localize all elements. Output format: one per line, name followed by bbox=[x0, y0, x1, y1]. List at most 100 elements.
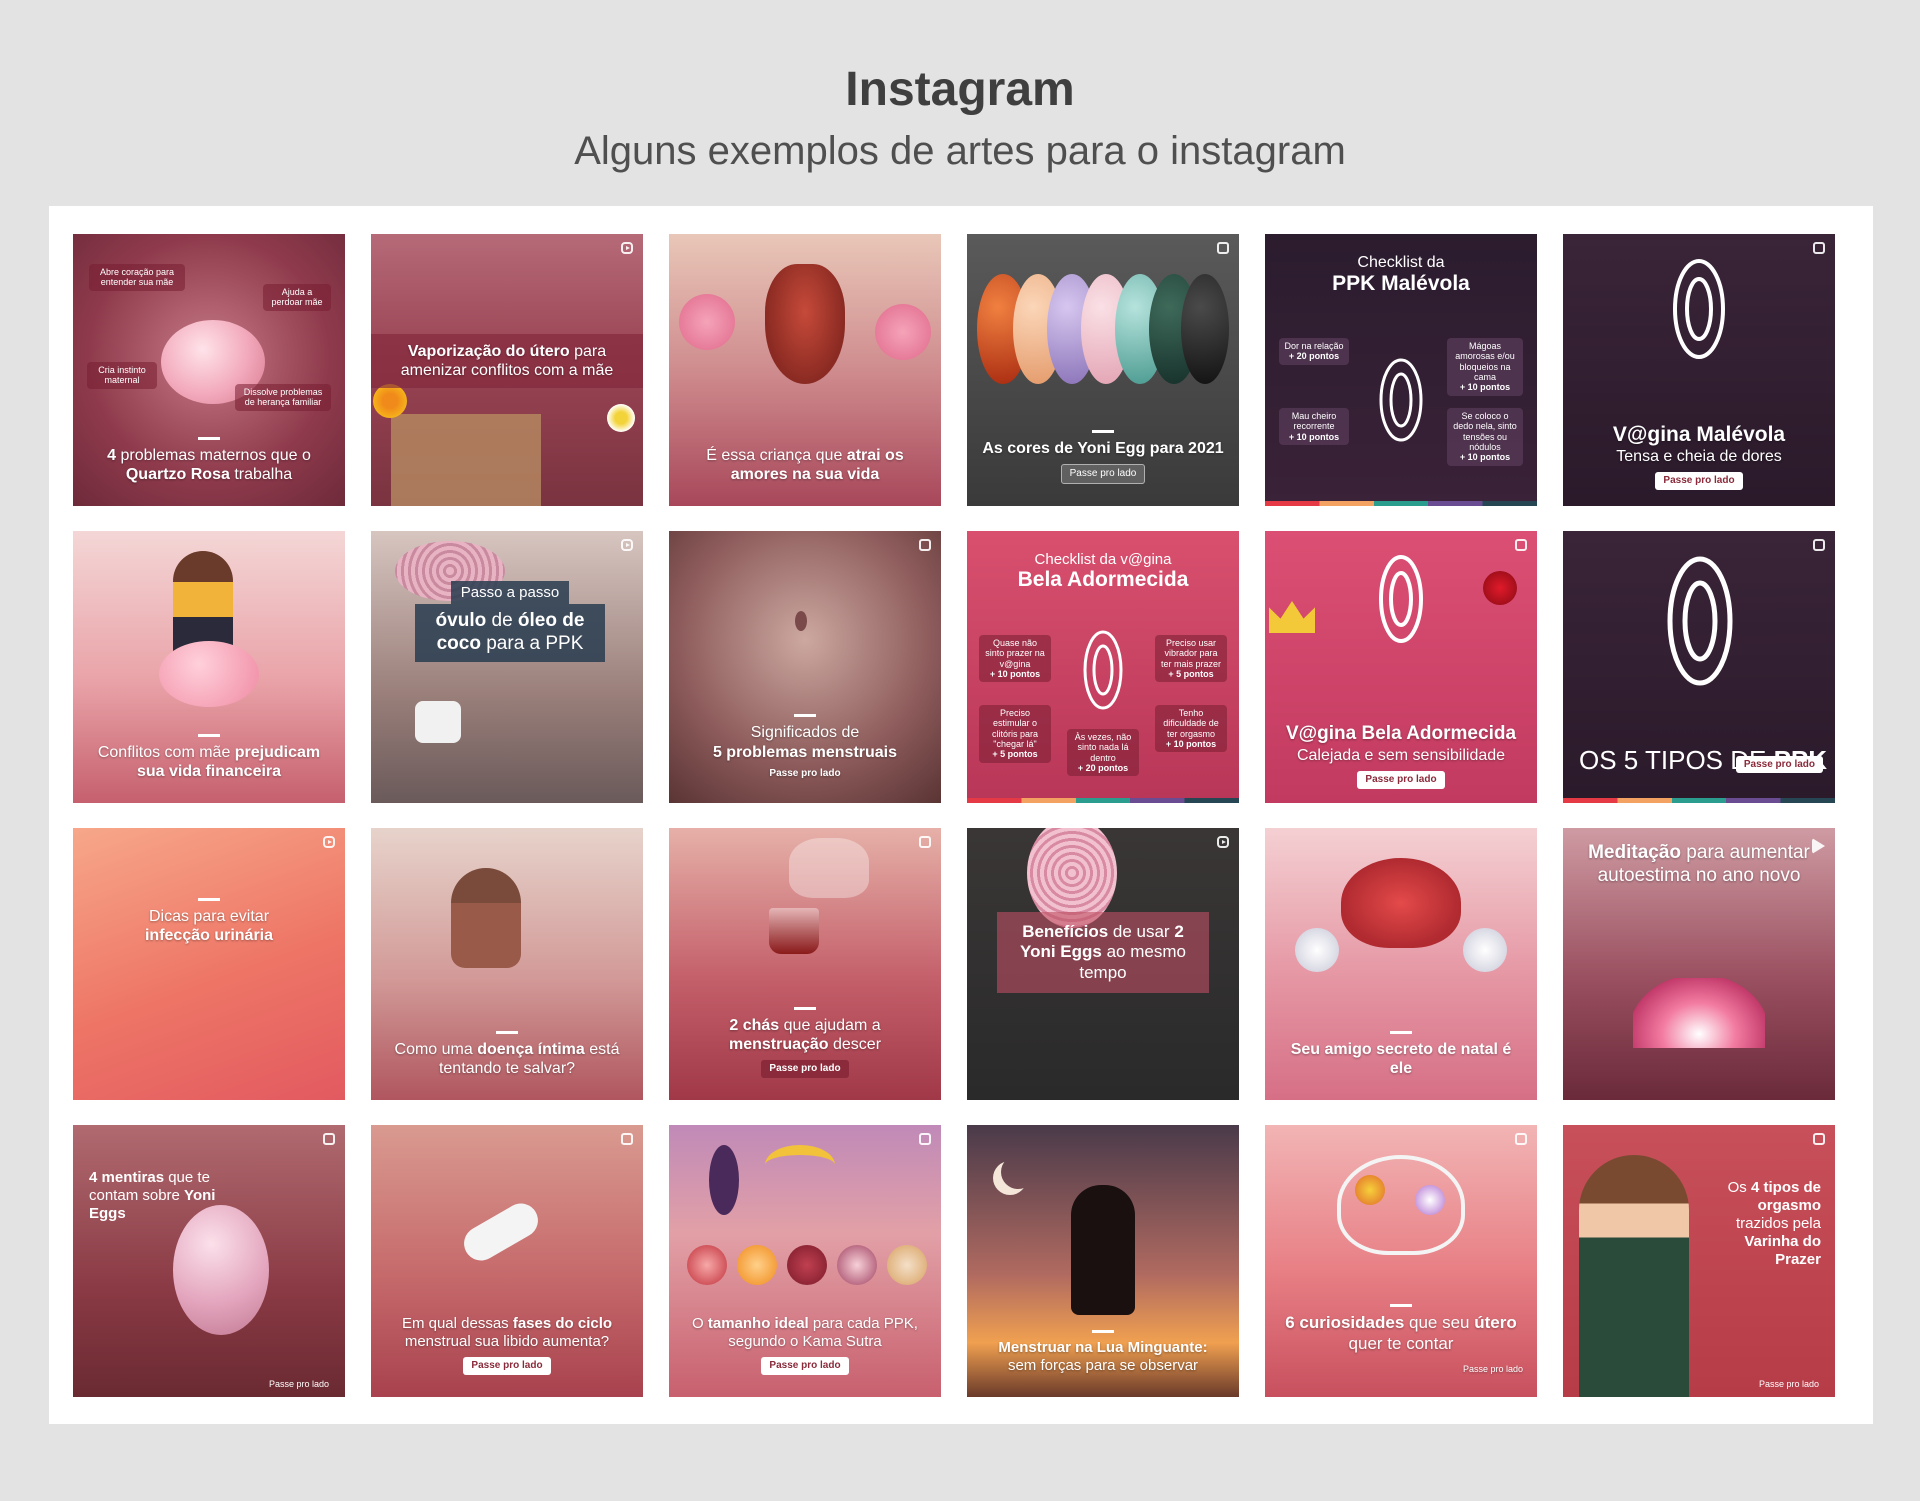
label-1: Abre coração para entender sua mãe bbox=[89, 264, 185, 291]
checklist-header: Checklist da v@gina Bela Adormecida bbox=[967, 551, 1239, 592]
post-caption: Como uma doença íntima está tentando te … bbox=[385, 1030, 629, 1078]
dash-divider bbox=[496, 1030, 518, 1034]
uterus-illustration bbox=[1341, 858, 1461, 948]
post-caption: V@gina Bela Adormecida Calejada e sem sen… bbox=[1279, 723, 1523, 789]
reel-icon bbox=[323, 836, 335, 848]
reel-icon bbox=[621, 242, 633, 254]
swipe-label: Passe pro lado bbox=[761, 1060, 849, 1078]
swipe-label: Passe pro lado bbox=[1758, 1379, 1819, 1389]
post-caption: V@gina Malévola Tensa e cheia de dores Pa… bbox=[1577, 422, 1821, 490]
swipe-label: Passe pro lado bbox=[1735, 756, 1823, 773]
checklist-item: Tenho dificuldade de ter orgasmo + 10 pon… bbox=[1155, 705, 1227, 753]
post-quartzo-rosa[interactable]: Abre coração para entender sua mãe Ajuda… bbox=[73, 234, 345, 506]
post-cores-yoni-egg[interactable]: As cores de Yoni Egg para 2021 Passe pro… bbox=[967, 234, 1239, 506]
dash-divider bbox=[198, 898, 220, 901]
fruit-icon bbox=[737, 1245, 777, 1285]
checklist-kicker: Checklist da bbox=[1357, 254, 1445, 271]
post-grid: Abre coração para entender sua mãe Ajuda… bbox=[73, 234, 1835, 1397]
swipe-label: Passe pro lado bbox=[761, 1357, 849, 1375]
post-caption: O tamanho ideal para cada PPK, segundo o… bbox=[683, 1315, 927, 1375]
post-conflitos-financeira[interactable]: Conflitos com mãe prejudicam sua vida fi… bbox=[73, 531, 345, 803]
silhouette-woman bbox=[1071, 1185, 1135, 1315]
swipe-label: Passe pro lado bbox=[463, 1357, 551, 1375]
post-checklist-ppk-malevola[interactable]: Checklist da PPK Malévola Dor na relação… bbox=[1265, 234, 1537, 506]
post-fases-ciclo[interactable]: Em qual dessas fases do ciclo menstrual … bbox=[371, 1125, 643, 1397]
post-vagina-malevola[interactable]: V@gina Malévola Tensa e cheia de dores Pa… bbox=[1563, 234, 1835, 506]
swipe-label: Passe pro lado bbox=[268, 1379, 329, 1389]
moon-icon bbox=[1001, 1155, 1035, 1189]
belly-navel bbox=[795, 611, 807, 631]
carousel-icon bbox=[919, 539, 931, 551]
checklist-item: Mau cheiro recorrente + 10 pontos bbox=[1279, 408, 1349, 446]
label-4: Dissolve problemas de herança familiar bbox=[235, 384, 331, 411]
swipe-label: Passe pro lado bbox=[769, 767, 841, 779]
carousel-icon bbox=[919, 1133, 931, 1145]
crown-icon bbox=[1269, 601, 1315, 633]
uterus-illustration bbox=[765, 264, 845, 384]
dash-divider bbox=[1092, 429, 1114, 433]
color-strip bbox=[1265, 501, 1537, 506]
post-caption: Vaporização do útero para amenizar confl… bbox=[371, 334, 643, 389]
post-vaporizacao[interactable]: Vaporização do útero para amenizar confl… bbox=[371, 234, 643, 506]
post-doenca-intima[interactable]: Como uma doença íntima está tentando te … bbox=[371, 828, 643, 1100]
fruit-icon bbox=[887, 1245, 927, 1285]
post-beneficios-yoni-eggs[interactable]: Benefícios de usar 2 Yoni Eggs ao mesmo … bbox=[967, 828, 1239, 1100]
carousel-icon bbox=[1217, 242, 1229, 254]
step-kicker: Passo a passo bbox=[450, 581, 570, 604]
carousel-icon bbox=[1515, 1133, 1527, 1145]
vulva-symbol-icon bbox=[1379, 555, 1423, 643]
flower-decoration bbox=[1415, 1185, 1445, 1215]
post-caption: 4 problemas maternos que o Quartzo Rosa … bbox=[87, 436, 331, 484]
post-curiosidades-utero[interactable]: 6 curiosidades que seu útero quer te con… bbox=[1265, 1125, 1537, 1397]
post-lua-minguante[interactable]: Menstruar na Lua Minguante: sem forças p… bbox=[967, 1125, 1239, 1397]
checklist-heading: Bela Adormecida bbox=[1017, 568, 1189, 591]
post-caption: Conflitos com mãe prejudicam sua vida fi… bbox=[87, 733, 331, 781]
checklist-kicker: Checklist da v@gina bbox=[1034, 551, 1172, 568]
banana-icon bbox=[765, 1145, 835, 1185]
vulva-symbol-icon bbox=[1673, 259, 1725, 359]
post-caption: Seu amigo secreto de natal é ele bbox=[1279, 1030, 1523, 1078]
post-crianca-amores[interactable]: É essa criança que atrai os amores na su… bbox=[669, 234, 941, 506]
reel-icon bbox=[621, 539, 633, 551]
post-meditacao[interactable]: Meditação para aumentar autoestima no an… bbox=[1563, 828, 1835, 1100]
post-chas-menstruacao[interactable]: 2 chás que ajudam a menstruação descer P… bbox=[669, 828, 941, 1100]
checklist-heading: PPK Malévola bbox=[1332, 272, 1470, 295]
post-checklist-bela-adormecida[interactable]: Checklist da v@gina Bela Adormecida Quas… bbox=[967, 531, 1239, 803]
post-caption: Menstruar na Lua Minguante: sem forças p… bbox=[981, 1330, 1225, 1375]
post-caption: 4 mentiras que te contam sobre Yoni Eggs bbox=[89, 1169, 216, 1222]
sitting-woman bbox=[451, 868, 521, 968]
reel-icon bbox=[1217, 836, 1229, 848]
swipe-label: Passe pro lado bbox=[1462, 1364, 1523, 1375]
uterus-illustration bbox=[1337, 1155, 1465, 1255]
dash-divider bbox=[198, 733, 220, 737]
carousel-icon bbox=[323, 1133, 335, 1145]
page-header: Instagram Alguns exemplos de artes para … bbox=[0, 63, 1920, 173]
rose-quartz-egg bbox=[173, 1205, 269, 1335]
yoni-eggs-row bbox=[977, 274, 1229, 384]
post-amigo-secreto[interactable]: Seu amigo secreto de natal é ele bbox=[1265, 828, 1537, 1100]
eggplant-icon bbox=[709, 1145, 739, 1215]
post-ovulo-oleo-coco[interactable]: Passo a passo óvulo de óleo de coco para… bbox=[371, 531, 643, 803]
flower-decoration bbox=[1463, 928, 1507, 972]
vulva-symbol-icon bbox=[1379, 358, 1423, 442]
post-tipos-orgasmo[interactable]: Os 4 tipos de orgasmo trazidos pela Vari… bbox=[1563, 1125, 1835, 1397]
post-infeccao-urinaria[interactable]: Dicas para evitar infecção urinária bbox=[73, 828, 345, 1100]
flower-decoration bbox=[679, 294, 735, 350]
step-title: óvulo de óleo de coco para a PPK bbox=[415, 604, 605, 662]
flower-decoration bbox=[1355, 1175, 1385, 1205]
vulva-symbol-icon bbox=[1083, 630, 1123, 710]
post-mentiras-yoni-eggs[interactable]: 4 mentiras que te contam sobre Yoni Eggs… bbox=[73, 1125, 345, 1397]
post-5-tipos-ppk[interactable]: OS 5 TIPOS DE PPK Passe pro lado bbox=[1563, 531, 1835, 803]
checklist-item: Mágoas amorosas e/ou bloqueios na cama + … bbox=[1447, 338, 1523, 396]
egg-black-icon bbox=[1181, 274, 1229, 384]
post-problemas-menstruais[interactable]: Significados de 5 problemas menstruais Pa… bbox=[669, 531, 941, 803]
rose-icon bbox=[1483, 571, 1517, 605]
flower-decoration bbox=[1295, 928, 1339, 972]
post-caption: Meditação para aumentar autoestima no an… bbox=[1588, 842, 1810, 886]
checklist-header: Checklist da PPK Malévola bbox=[1265, 254, 1537, 296]
dash-divider bbox=[1092, 1330, 1114, 1333]
dash-divider bbox=[794, 714, 816, 718]
piggy-bank-icon bbox=[159, 641, 259, 707]
post-tamanho-ideal[interactable]: O tamanho ideal para cada PPK, segundo o… bbox=[669, 1125, 941, 1397]
post-vagina-bela-adormecida[interactable]: V@gina Bela Adormecida Calejada e sem sen… bbox=[1265, 531, 1537, 803]
